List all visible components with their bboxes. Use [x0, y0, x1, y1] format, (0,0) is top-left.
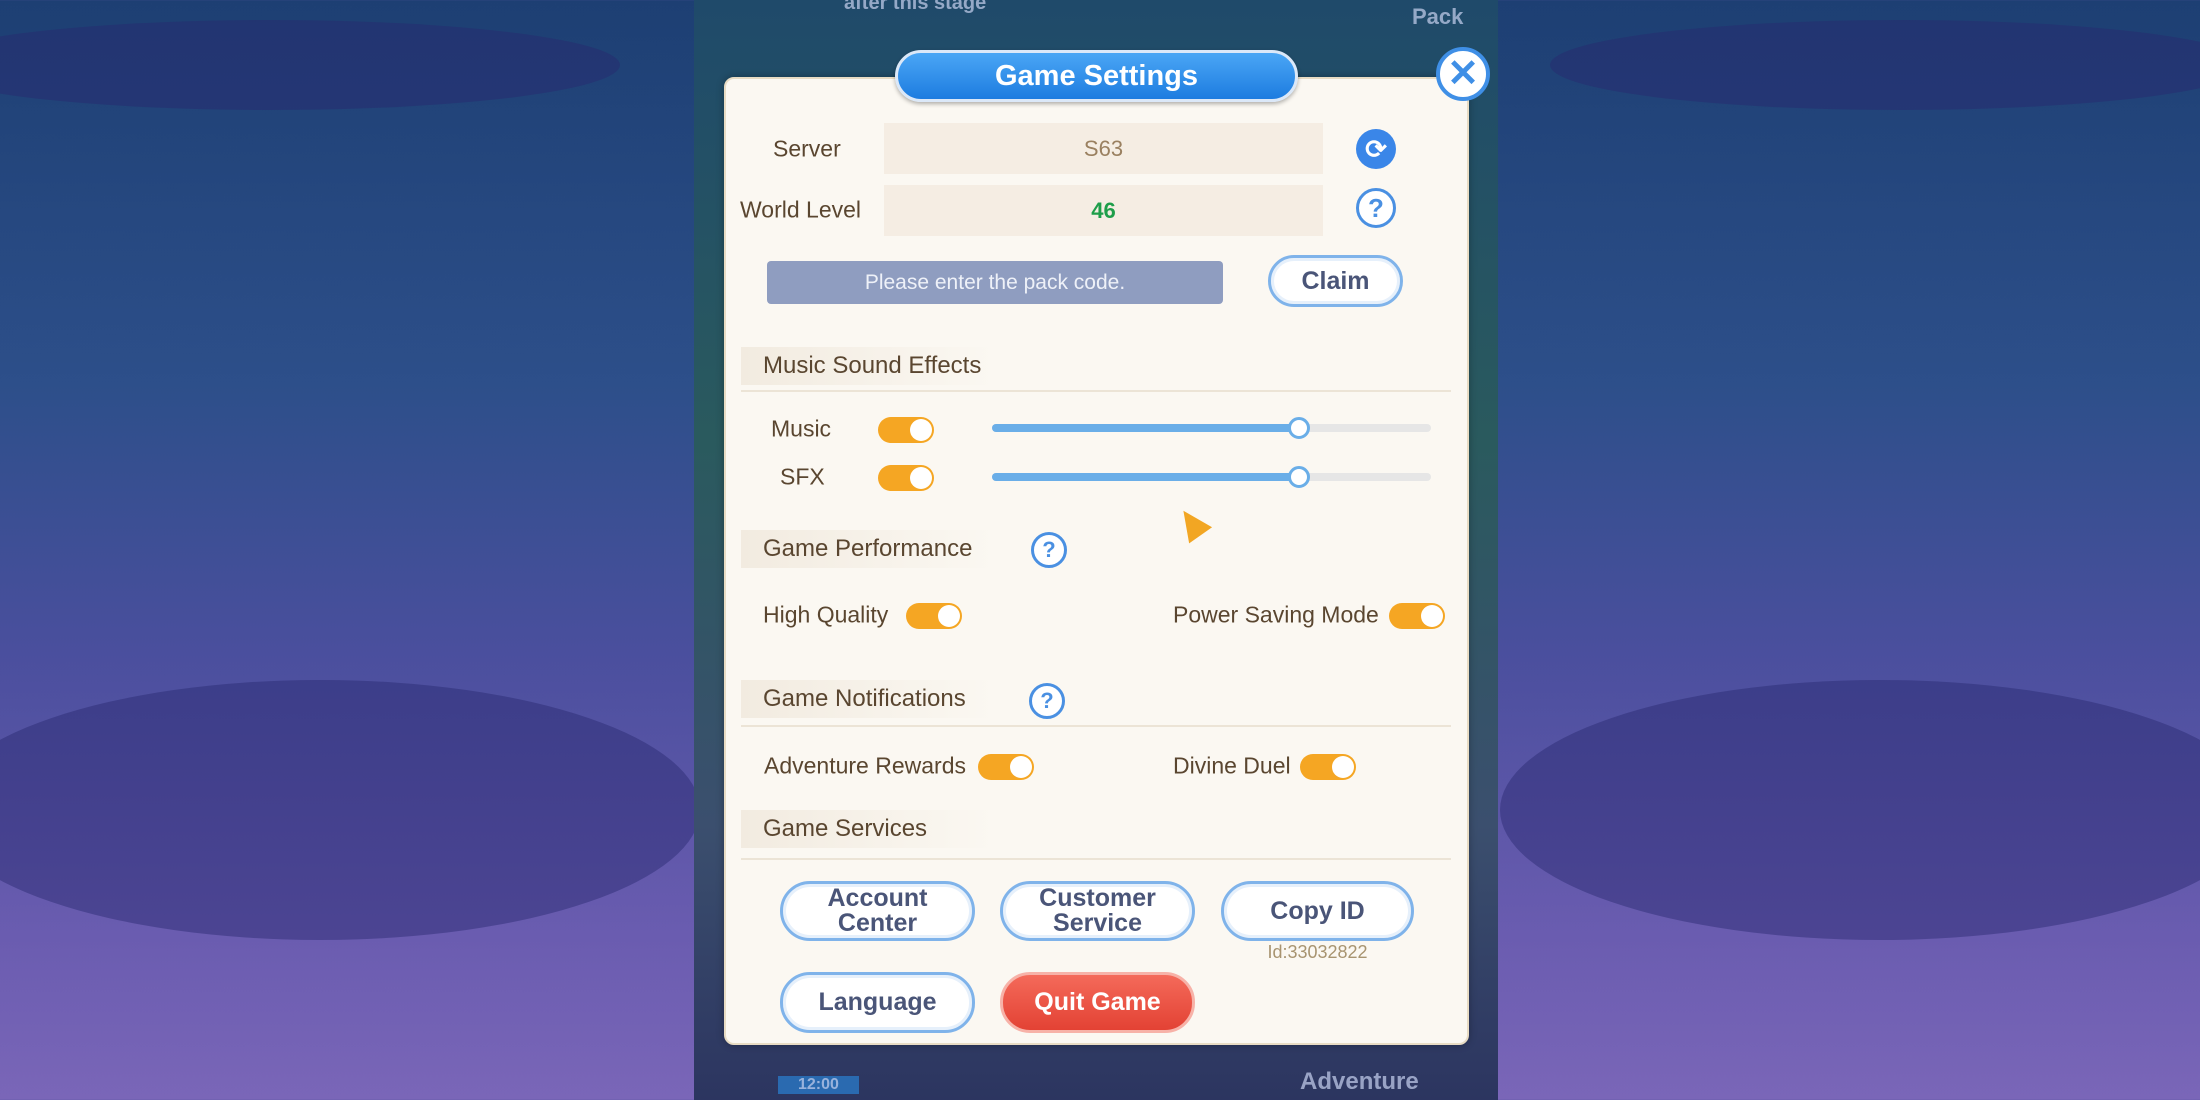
music-toggle[interactable]: [878, 417, 934, 443]
language-button[interactable]: Language: [780, 972, 975, 1033]
pack-text: Pack: [1412, 4, 1464, 29]
pack-code-input[interactable]: Please enter the pack code.: [767, 261, 1223, 304]
section-game-performance: Game Performance: [741, 530, 996, 568]
power-saving-toggle[interactable]: [1389, 603, 1445, 629]
close-button[interactable]: ✕: [1436, 47, 1490, 101]
help-icon: ?: [1040, 688, 1054, 713]
background-silhouette: [0, 680, 700, 940]
background-silhouette: [0, 20, 620, 110]
sfx-label: SFX: [780, 463, 825, 490]
divider: [741, 725, 1451, 727]
adventure-rewards-label: Adventure Rewards: [764, 752, 966, 779]
section-game-services: Game Services: [741, 810, 996, 848]
adventure-rewards-toggle[interactable]: [978, 754, 1034, 780]
change-server-button[interactable]: ⟳: [1356, 129, 1396, 169]
claim-button[interactable]: Claim: [1268, 255, 1403, 307]
world-level-help-button[interactable]: ?: [1356, 188, 1396, 228]
refresh-icon: ⟳: [1365, 133, 1387, 164]
notifications-help-button[interactable]: ?: [1029, 683, 1065, 719]
sfx-toggle[interactable]: [878, 465, 934, 491]
server-value: S63: [884, 123, 1323, 174]
dialog-title: Game Settings: [895, 50, 1298, 102]
account-center-button[interactable]: Account Center: [780, 881, 975, 941]
section-game-notifications: Game Notifications: [741, 680, 996, 718]
timer-text: 12:00: [778, 1076, 859, 1094]
divider: [741, 390, 1451, 392]
background-silhouette: [1500, 680, 2200, 940]
section-music-sound-effects: Music Sound Effects: [741, 347, 996, 385]
divider: [741, 858, 1451, 860]
divine-duel-toggle[interactable]: [1300, 754, 1356, 780]
quit-game-button[interactable]: Quit Game: [1000, 972, 1195, 1033]
stage-text: after this stage: [844, 0, 987, 14]
high-quality-label: High Quality: [763, 601, 889, 628]
power-saving-label: Power Saving Mode: [1173, 601, 1379, 628]
adventure-text: Adventure: [1300, 1068, 1419, 1095]
copy-id-button[interactable]: Copy ID: [1221, 881, 1414, 941]
close-icon: ✕: [1447, 53, 1479, 95]
sfx-volume-slider[interactable]: [992, 466, 1431, 488]
help-icon: ?: [1042, 537, 1056, 562]
divine-duel-label: Divine Duel: [1173, 752, 1291, 779]
world-level-value: 46: [884, 185, 1323, 236]
performance-help-button[interactable]: ?: [1031, 532, 1067, 568]
background-silhouette: [1550, 20, 2200, 110]
music-volume-slider[interactable]: [992, 417, 1431, 439]
world-level-label: World Level: [740, 196, 862, 223]
high-quality-toggle[interactable]: [906, 603, 962, 629]
help-icon: ?: [1368, 192, 1384, 223]
customer-service-button[interactable]: Customer Service: [1000, 881, 1195, 941]
server-label: Server: [773, 135, 841, 162]
music-label: Music: [771, 415, 832, 442]
player-id: Id:33032822: [1267, 942, 1368, 962]
